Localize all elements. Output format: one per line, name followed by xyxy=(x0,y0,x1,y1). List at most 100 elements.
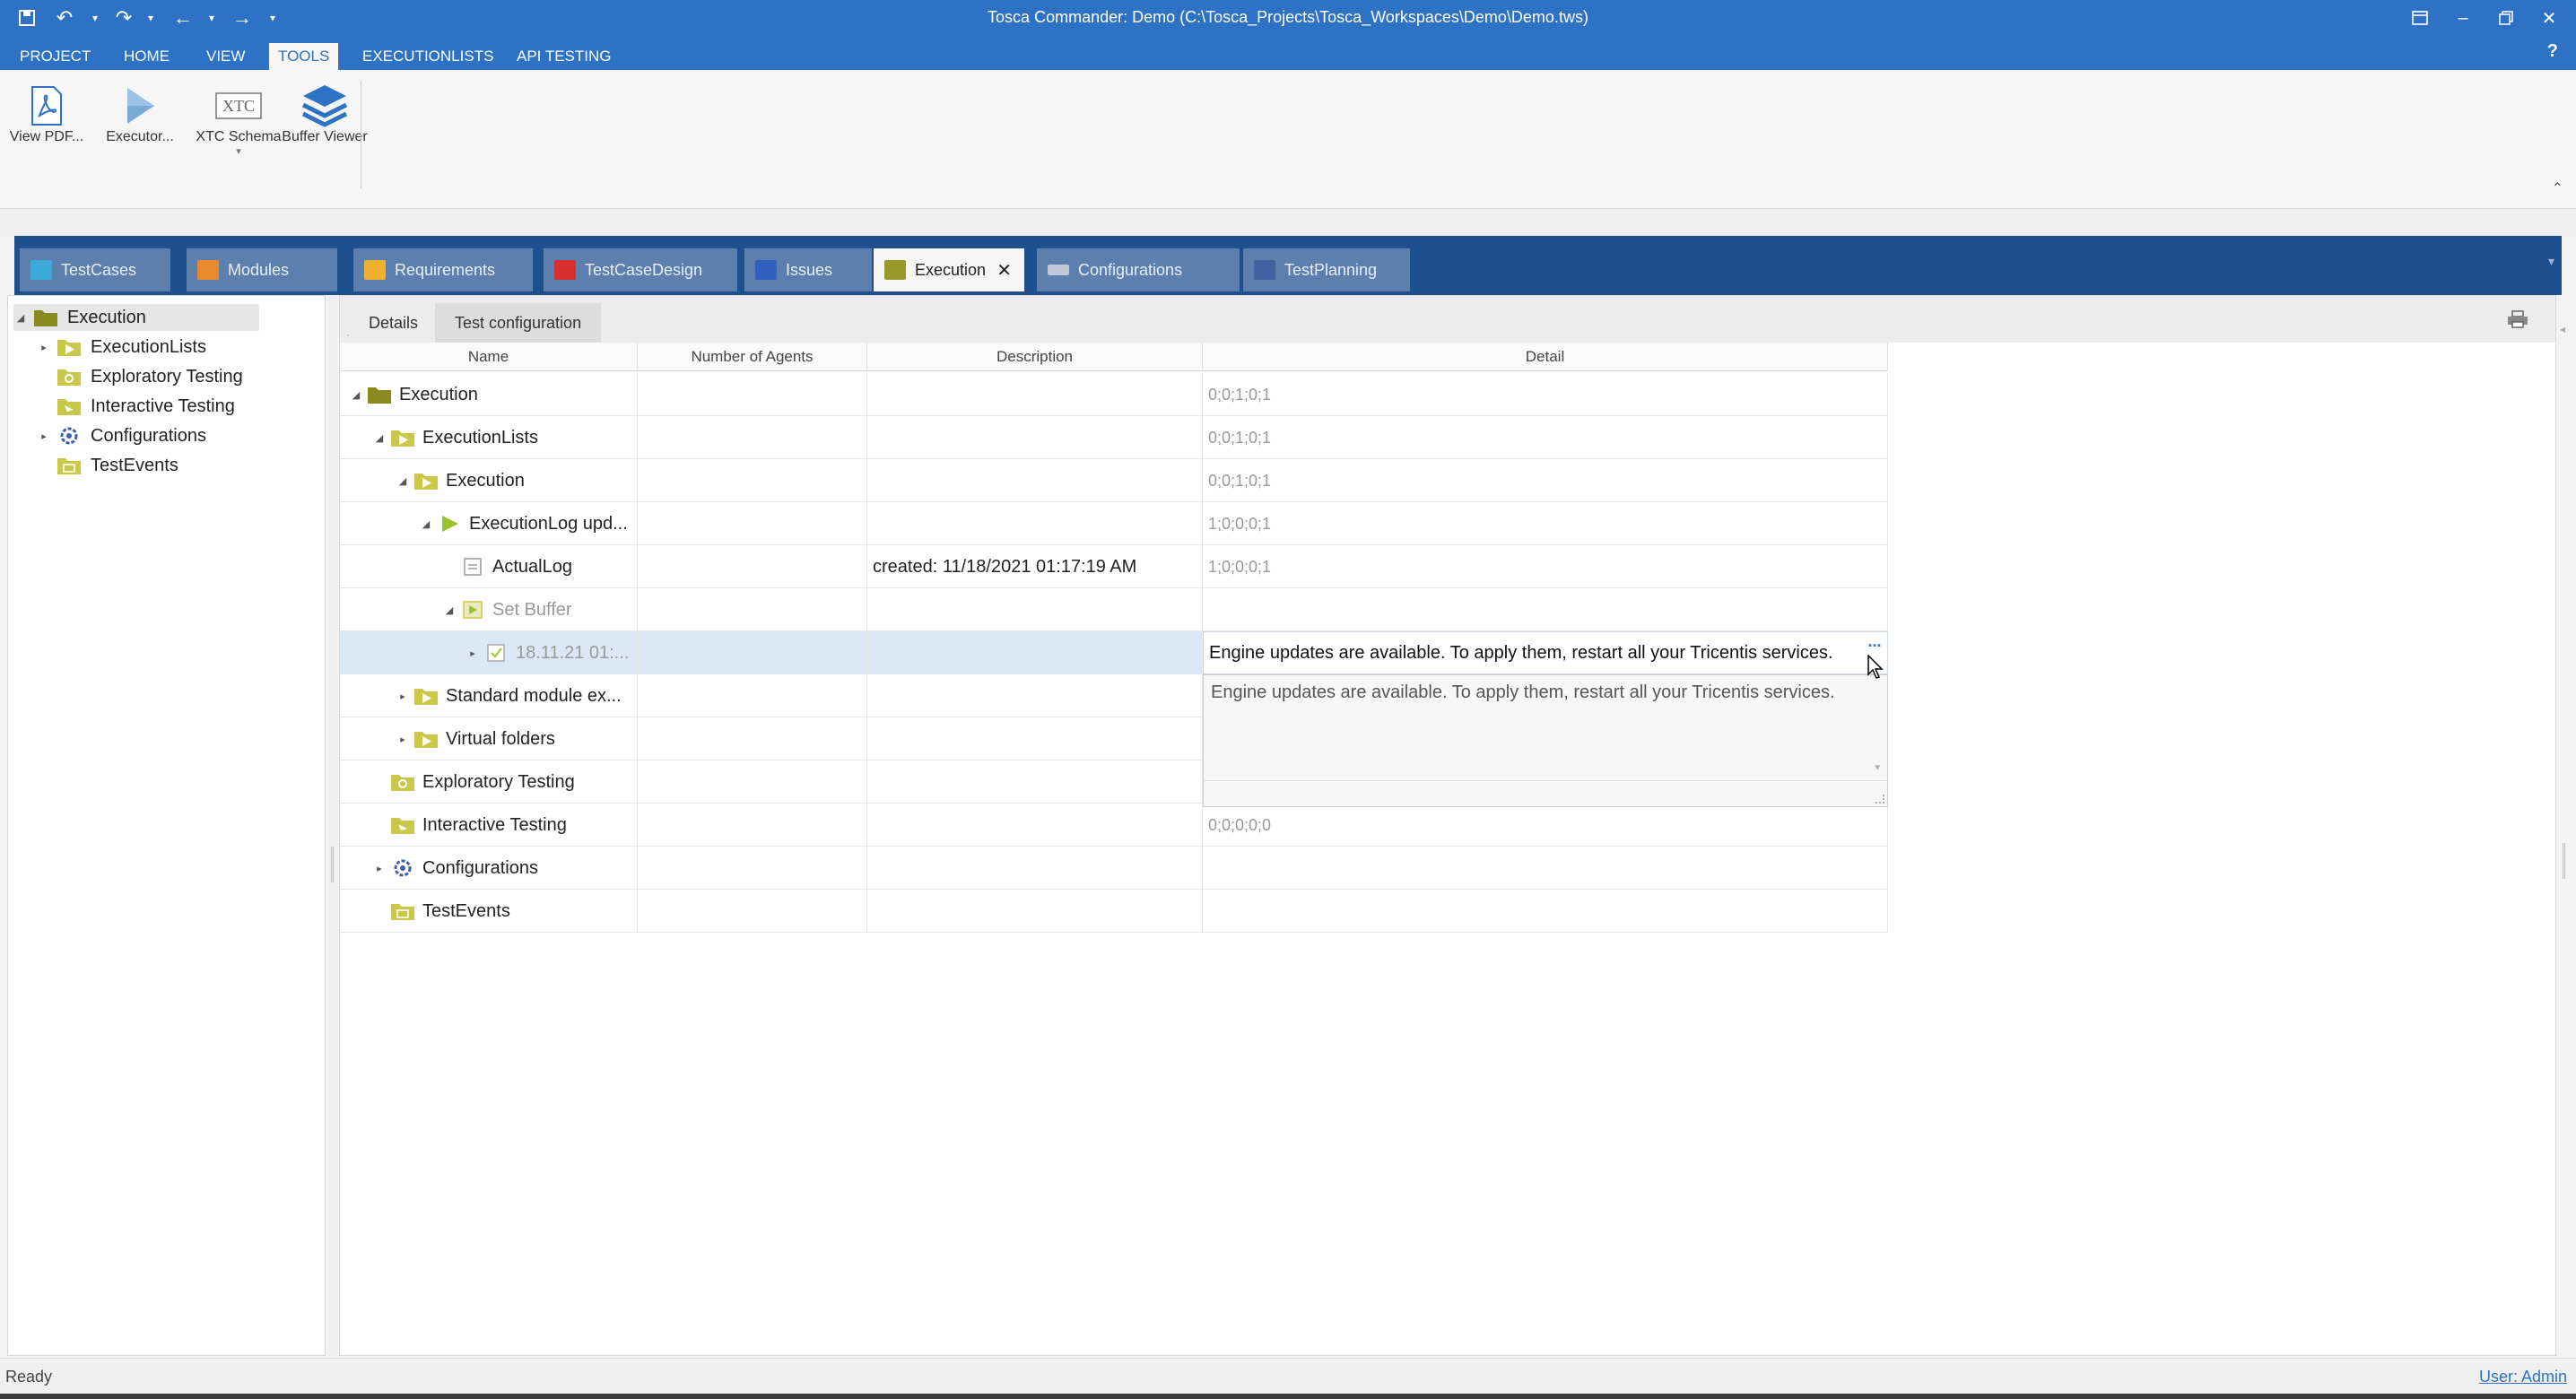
tab-requirements[interactable]: Requirements xyxy=(353,248,533,291)
tab-configurations[interactable]: Configurations xyxy=(1037,248,1240,291)
close-tab-icon[interactable]: ✕ xyxy=(996,259,1012,282)
row-agents[interactable] xyxy=(638,373,867,416)
resize-grip-icon[interactable] xyxy=(1875,795,1884,804)
row-agents[interactable] xyxy=(638,847,867,890)
detail-text-dropdown[interactable]: Engine updates are available. To apply t… xyxy=(1203,674,1888,807)
table-row[interactable]: ◢ ExecutionLog upd... 1;0;0;0;1 xyxy=(340,502,1888,545)
pane-splitter[interactable] xyxy=(328,295,337,1356)
tree-item-testevents[interactable]: TestEvents xyxy=(37,452,178,479)
row-detail[interactable]: 1;0;0;0;1 xyxy=(1203,545,1888,588)
table-row[interactable]: ◢ ExecutionLists 0;0;1;0;1 xyxy=(340,416,1888,459)
table-row[interactable]: ◢ Execution 0;0;1;0;1 xyxy=(340,373,1888,416)
row-detail[interactable]: 0;0;1;0;1 xyxy=(1203,373,1888,416)
table-row[interactable]: ◢ Set Buffer xyxy=(340,588,1888,631)
row-description[interactable] xyxy=(867,890,1203,933)
expand-arrow-icon[interactable]: ▸ xyxy=(37,342,51,353)
row-description[interactable] xyxy=(867,760,1203,804)
tree-item-exploratory-testing[interactable]: Exploratory Testing xyxy=(37,363,243,390)
buffer-viewer-button[interactable]: Buffer Viewer xyxy=(280,83,370,145)
row-agents[interactable] xyxy=(638,588,867,631)
menu-tab-view[interactable]: VIEW xyxy=(197,43,254,70)
row-agents[interactable] xyxy=(638,890,867,933)
table-row[interactable]: Interactive Testing 0;0;0;0;0 xyxy=(340,804,1888,847)
expand-arrow-icon[interactable]: ▸ xyxy=(466,647,480,659)
menu-tab-api-testing[interactable]: API TESTING xyxy=(508,43,621,70)
row-agents[interactable] xyxy=(638,459,867,502)
collapse-arrow-icon[interactable]: ◢ xyxy=(372,432,387,444)
table-row[interactable]: TestEvents xyxy=(340,890,1888,933)
expand-arrow-icon[interactable]: ▸ xyxy=(37,430,51,442)
tab-issues[interactable]: Issues xyxy=(744,248,872,291)
tab-details[interactable]: Details xyxy=(349,303,439,343)
tree-item-configurations[interactable]: ▸ Configurations xyxy=(37,422,206,449)
expand-arrow-icon[interactable]: ▸ xyxy=(396,691,410,702)
expand-arrow-icon[interactable]: ▸ xyxy=(396,734,410,745)
maximize-icon[interactable] xyxy=(2486,4,2526,32)
tab-list-dropdown-icon[interactable]: ▾ xyxy=(2548,254,2554,269)
row-detail[interactable]: 0;0;1;0;1 xyxy=(1203,459,1888,502)
close-icon[interactable]: ✕ xyxy=(2529,4,2569,32)
row-agents[interactable] xyxy=(638,804,867,847)
tab-testcases[interactable]: TestCases xyxy=(20,248,170,291)
minimize-icon[interactable]: – xyxy=(2443,4,2483,32)
row-agents[interactable] xyxy=(638,674,867,717)
expand-arrow-icon[interactable]: ▸ xyxy=(372,863,387,874)
row-agents[interactable] xyxy=(638,502,867,545)
collapse-right-icon[interactable]: ◂ xyxy=(2560,323,2565,335)
tree-item-execution[interactable]: ◢ Execution xyxy=(13,304,259,331)
splitter-grip[interactable] xyxy=(331,847,334,882)
column-header-agents[interactable]: Number of Agents xyxy=(638,343,867,371)
row-description[interactable] xyxy=(867,631,1203,674)
scroll-down-icon[interactable]: ▾ xyxy=(1875,761,1880,773)
row-detail[interactable] xyxy=(1203,890,1888,933)
column-header-name[interactable]: Name xyxy=(340,343,638,371)
menu-tab-project[interactable]: PROJECT xyxy=(11,43,100,70)
row-description[interactable] xyxy=(867,847,1203,890)
table-row[interactable]: ActualLog created: 11/18/2021 01:17:19 A… xyxy=(340,545,1888,588)
row-agents[interactable] xyxy=(638,760,867,804)
row-description[interactable] xyxy=(867,502,1203,545)
row-agents[interactable] xyxy=(638,631,867,674)
restore-layout-icon[interactable] xyxy=(2400,4,2440,32)
detail-edit-field[interactable]: Engine updates are available. To apply t… xyxy=(1203,631,1888,674)
help-button[interactable]: ? xyxy=(2547,41,2558,62)
row-description[interactable] xyxy=(867,674,1203,717)
collapse-arrow-icon[interactable]: ◢ xyxy=(442,604,457,616)
row-description[interactable] xyxy=(867,416,1203,459)
row-detail[interactable] xyxy=(1203,847,1888,890)
row-description[interactable] xyxy=(867,459,1203,502)
detail-textarea[interactable]: Engine updates are available. To apply t… xyxy=(1204,675,1887,781)
row-description[interactable] xyxy=(867,373,1203,416)
row-agents[interactable] xyxy=(638,416,867,459)
row-description[interactable] xyxy=(867,717,1203,760)
collapse-arrow-icon[interactable]: ◢ xyxy=(396,475,410,487)
column-header-detail[interactable]: Detail xyxy=(1203,343,1888,371)
menu-tab-tools[interactable]: TOOLS xyxy=(269,43,339,70)
row-agents[interactable] xyxy=(638,717,867,760)
collapse-arrow-icon[interactable]: ◢ xyxy=(419,518,433,530)
row-detail[interactable]: 0;0;1;0;1 xyxy=(1203,416,1888,459)
xtc-schema-button[interactable]: XTC XTC Schema ▾ xyxy=(194,83,283,157)
tree-item-interactive-testing[interactable]: Interactive Testing xyxy=(37,393,235,420)
xtc-dropdown-icon[interactable]: ▾ xyxy=(194,145,283,157)
row-detail[interactable] xyxy=(1203,588,1888,631)
tab-execution[interactable]: Execution ✕ xyxy=(874,248,1024,291)
tab-modules[interactable]: Modules xyxy=(187,248,337,291)
view-pdf-button[interactable]: View PDF... xyxy=(2,83,91,145)
table-row[interactable]: ▸ Configurations xyxy=(340,847,1888,890)
collapse-ribbon-icon[interactable]: ⌃ xyxy=(2552,179,2563,197)
row-description[interactable]: created: 11/18/2021 01:17:19 AM xyxy=(867,545,1203,588)
collapse-arrow-icon[interactable]: ◢ xyxy=(349,389,363,401)
row-detail[interactable]: 1;0;0;0;1 xyxy=(1203,502,1888,545)
current-user-link[interactable]: User: Admin xyxy=(2479,1368,2567,1386)
tab-test-configuration[interactable]: Test configuration xyxy=(435,303,602,343)
row-detail[interactable]: 0;0;0;0;0 xyxy=(1203,804,1888,847)
tab-testplanning[interactable]: TestPlanning xyxy=(1243,248,1410,291)
tree-item-executionlists[interactable]: ▸ ExecutionLists xyxy=(37,334,206,361)
menu-tab-executionlists[interactable]: EXECUTIONLISTS xyxy=(353,43,502,70)
table-row[interactable]: ◢ Execution 0;0;1;0;1 xyxy=(340,459,1888,502)
row-description[interactable] xyxy=(867,588,1203,631)
menu-tab-home[interactable]: HOME xyxy=(115,43,178,70)
right-splitter-grip[interactable] xyxy=(2563,843,2565,879)
column-header-description[interactable]: Description xyxy=(867,343,1203,371)
